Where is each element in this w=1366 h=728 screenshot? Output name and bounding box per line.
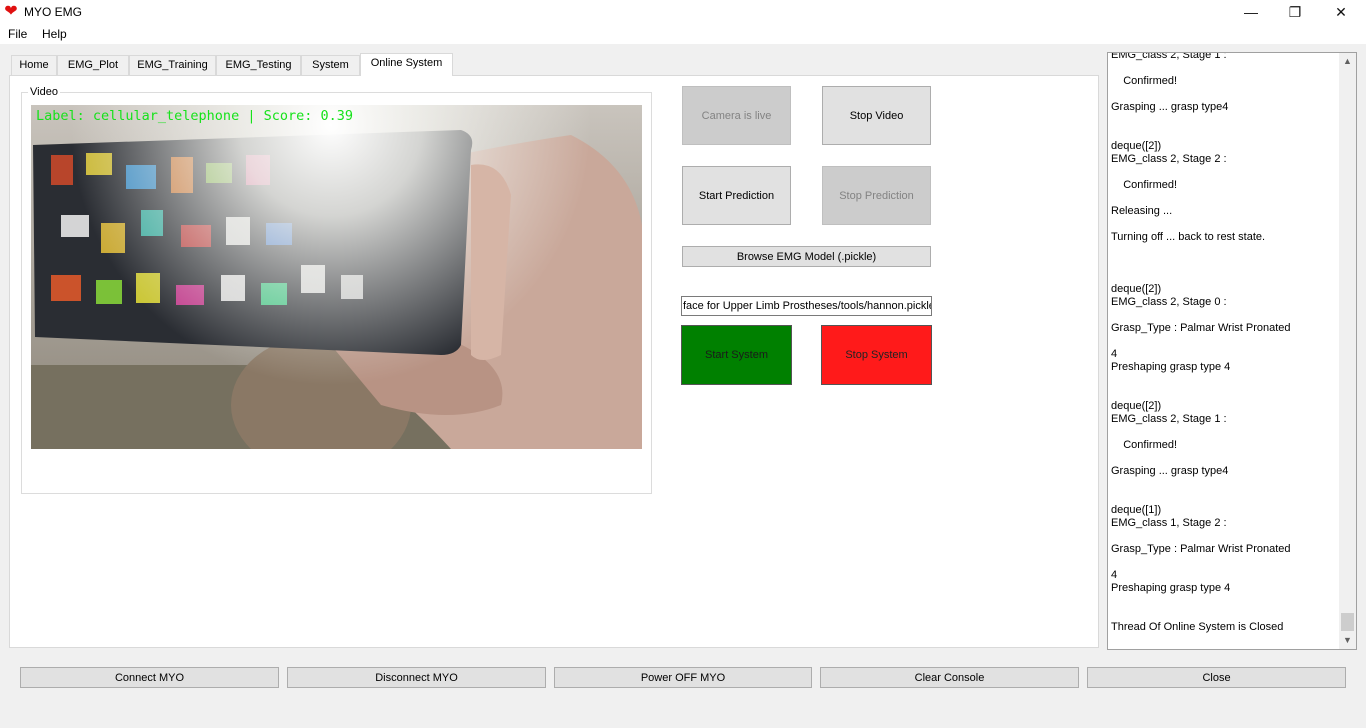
console-line: EMG_class 2, Stage 0 :	[1111, 296, 1227, 308]
close-button[interactable]: Close	[1087, 667, 1346, 688]
console-line: Preshaping grasp type 4	[1111, 582, 1231, 594]
camera-live-button[interactable]: Camera is live	[682, 86, 791, 145]
power-off-myo-button[interactable]: Power OFF MYO	[554, 667, 812, 688]
window-title: MYO EMG	[24, 5, 83, 19]
tab-system[interactable]: System	[301, 55, 360, 75]
console-line: Thread Of Online System is Closed	[1111, 621, 1284, 633]
console-line: Preshaping grasp type 4	[1111, 361, 1231, 373]
console-scrollbar[interactable]: ▲ ▼	[1339, 53, 1356, 649]
video-feed	[31, 105, 642, 449]
scroll-thumb[interactable]	[1341, 613, 1354, 631]
tab-online-system[interactable]: Online System	[360, 53, 453, 76]
console-text: EMG_class 2, Stage 1 : Confirmed! Graspi…	[1111, 52, 1337, 634]
video-group-label: Video	[28, 85, 60, 99]
detection-label-overlay: Label: cellular_telephone | Score: 0.39	[36, 108, 353, 124]
stop-system-button[interactable]: Stop System	[821, 325, 932, 385]
console-line: Grasp_Type : Palmar Wrist Pronated	[1111, 322, 1291, 334]
console-line: Confirmed!	[1111, 439, 1178, 451]
heart-icon: ❤	[4, 3, 18, 20]
restore-icon[interactable]: ❐	[1272, 0, 1318, 24]
menu-file[interactable]: File	[8, 26, 27, 42]
console-line: Confirmed!	[1111, 75, 1178, 87]
start-system-button[interactable]: Start System	[681, 325, 792, 385]
console-line: deque([1])	[1111, 504, 1162, 516]
scroll-down-icon[interactable]: ▼	[1339, 632, 1356, 649]
disconnect-myo-button[interactable]: Disconnect MYO	[287, 667, 546, 688]
tab-emg-testing[interactable]: EMG_Testing	[216, 55, 301, 75]
console-line: Grasp_Type : Palmar Wrist Pronated	[1111, 543, 1291, 555]
menu-bar	[0, 24, 1366, 44]
camera-image	[31, 105, 642, 449]
console-line: 4	[1111, 348, 1118, 360]
console-line: Grasping ... grasp type4	[1111, 101, 1229, 113]
console-line: EMG_class 2, Stage 1 :	[1111, 413, 1227, 425]
model-path-field[interactable]: face for Upper Limb Prostheses/tools/han…	[681, 296, 932, 316]
clear-console-button[interactable]: Clear Console	[820, 667, 1079, 688]
console-line: deque([2])	[1111, 140, 1162, 152]
console-line: Turning off ... back to rest state.	[1111, 231, 1266, 243]
menu-help[interactable]: Help	[42, 26, 67, 42]
console-line: Confirmed!	[1111, 179, 1178, 191]
start-prediction-button[interactable]: Start Prediction	[682, 166, 791, 225]
stop-video-button[interactable]: Stop Video	[822, 86, 931, 145]
console-line: 4	[1111, 569, 1118, 581]
tab-home[interactable]: Home	[11, 55, 57, 75]
tab-emg-plot[interactable]: EMG_Plot	[57, 55, 129, 75]
scroll-up-icon[interactable]: ▲	[1339, 53, 1356, 70]
stop-prediction-button[interactable]: Stop Prediction	[822, 166, 931, 225]
minimize-icon[interactable]: —	[1228, 0, 1274, 24]
console-line: EMG_class 1, Stage 2 :	[1111, 517, 1227, 529]
title-bar	[0, 0, 1366, 24]
browse-emg-model-button[interactable]: Browse EMG Model (.pickle)	[682, 246, 931, 267]
close-icon[interactable]: ✕	[1318, 0, 1364, 24]
tab-emg-training[interactable]: EMG_Training	[129, 55, 216, 75]
console-line: EMG_class 2, Stage 1 :	[1111, 52, 1227, 61]
console-line: Grasping ... grasp type4	[1111, 465, 1229, 477]
console-line: Releasing ...	[1111, 205, 1173, 217]
connect-myo-button[interactable]: Connect MYO	[20, 667, 279, 688]
console-line: deque([2])	[1111, 400, 1162, 412]
console-line: EMG_class 2, Stage 2 :	[1111, 153, 1227, 165]
console-line: deque([2])	[1111, 283, 1162, 295]
console-output[interactable]: EMG_class 2, Stage 1 : Confirmed! Graspi…	[1107, 52, 1357, 650]
